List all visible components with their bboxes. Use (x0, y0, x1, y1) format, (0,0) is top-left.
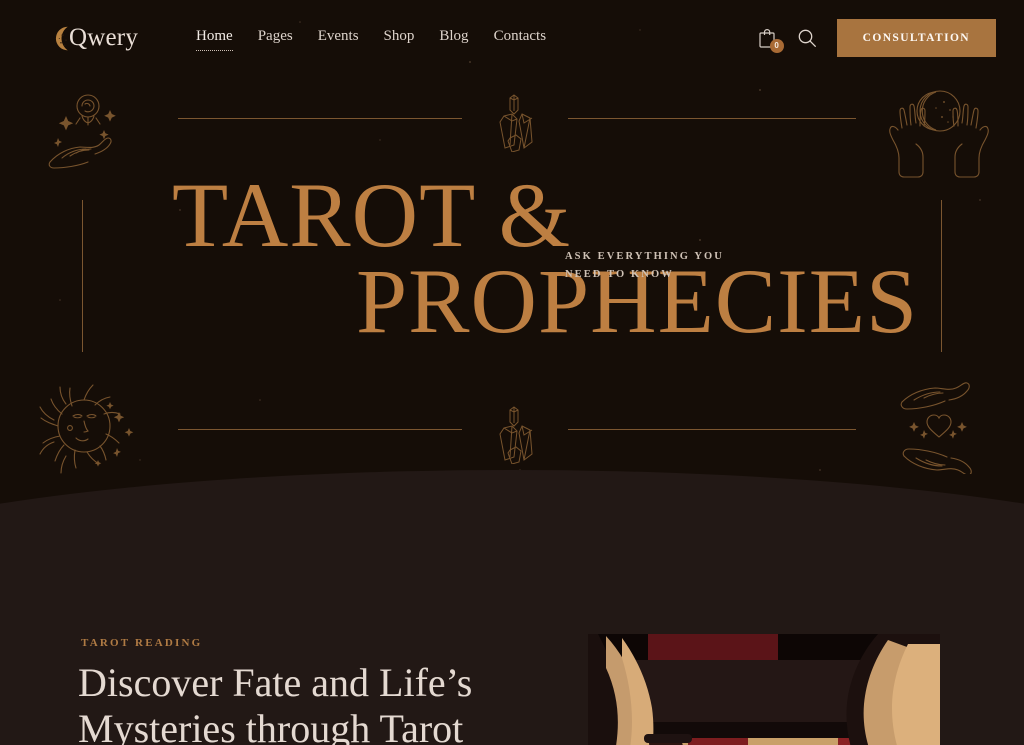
crystal-cluster-icon (499, 406, 533, 464)
divider-bottom-right (568, 429, 856, 430)
search-button[interactable] (797, 28, 817, 48)
hero-subtitle: ASK EVERYTHING YOU NEED TO KNOW (565, 251, 724, 281)
hero-title-line-2: PROPHECIES (356, 250, 919, 353)
hero-section: TAROT & PROPHECIES ASK EVERYTHING YOU NE… (0, 76, 1024, 486)
site-header: Qwery Home Pages Events Shop Blog Contac… (0, 0, 1024, 76)
cart-button[interactable]: 0 (758, 28, 784, 53)
cart-count-badge: 0 (769, 38, 784, 53)
nav-item-pages[interactable]: Pages (258, 28, 293, 48)
divider-bottom-left (178, 429, 462, 430)
divider-top-right (568, 118, 856, 119)
nav-item-contacts[interactable]: Contacts (494, 28, 547, 48)
brand-name: Qwery (69, 24, 139, 51)
sun-face-icon (39, 384, 134, 474)
section-eyebrow: TAROT READING (81, 637, 203, 649)
nav-item-home[interactable]: Home (196, 28, 233, 51)
nav-item-blog[interactable]: Blog (439, 28, 468, 48)
brand-logo[interactable]: Qwery (50, 24, 138, 52)
page-root: Qwery Home Pages Events Shop Blog Contac… (0, 0, 1024, 745)
tarot-reading-photo (588, 634, 940, 745)
hands-with-heart-icon (900, 382, 972, 474)
divider-top-left (178, 118, 462, 119)
nav-item-events[interactable]: Events (318, 28, 359, 48)
header-actions: 0 CONSULTATION (758, 19, 996, 57)
hero-title-line-1: TAROT & (172, 164, 572, 266)
main-navigation: Home Pages Events Shop Blog Contacts (196, 28, 547, 51)
hand-holding-rose-icon (48, 94, 116, 169)
crystal-cluster-icon (499, 94, 533, 152)
hands-with-moon-icon (889, 90, 989, 178)
consultation-button[interactable]: CONSULTATION (836, 19, 996, 57)
nav-item-shop[interactable]: Shop (384, 28, 415, 48)
hero-title: TAROT & PROPHECIES (0, 164, 1024, 353)
search-icon (798, 29, 816, 47)
section-heading: Discover Fate and Life’s Mysteries throu… (78, 660, 473, 745)
